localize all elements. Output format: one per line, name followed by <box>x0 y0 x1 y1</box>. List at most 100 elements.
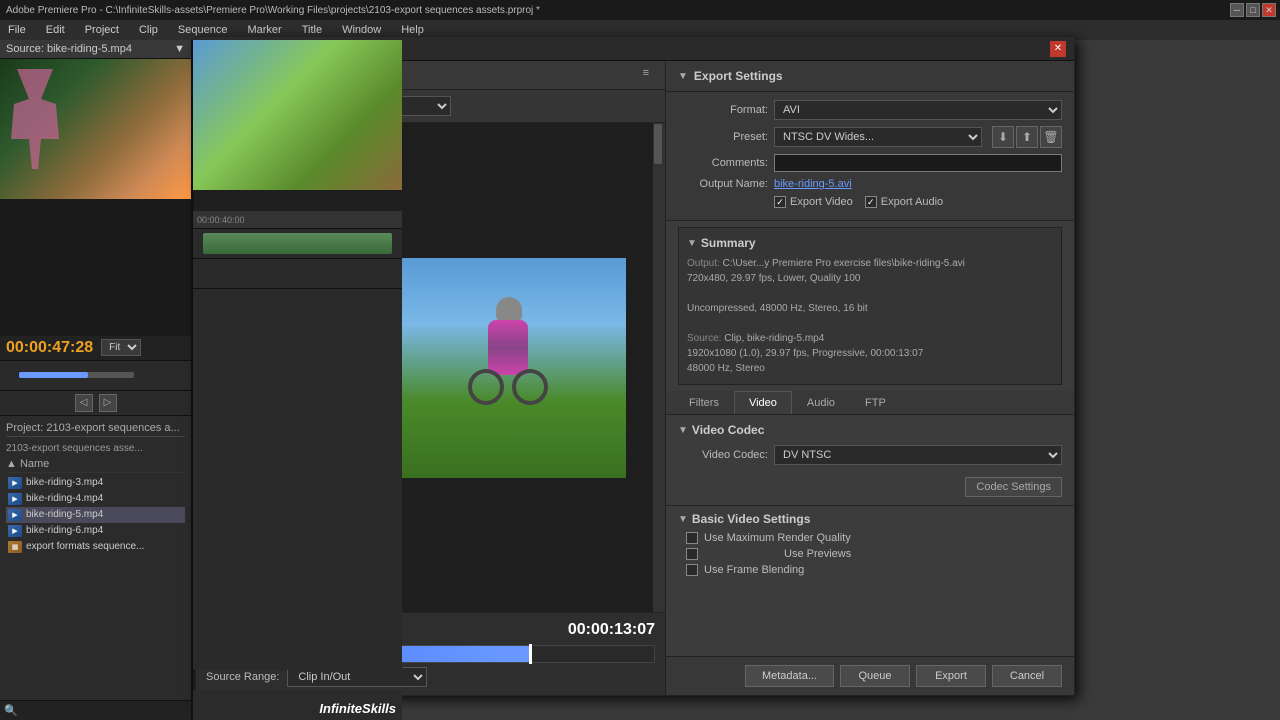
source-timeline-progress <box>19 372 88 378</box>
title-bar: Adobe Premiere Pro - C:\InfiniteSkills-a… <box>0 0 1280 20</box>
menu-window[interactable]: Window <box>338 24 385 36</box>
queue-button[interactable]: Queue <box>840 665 910 687</box>
metadata-button[interactable]: Metadata... <box>745 665 834 687</box>
close-btn[interactable]: ✕ <box>1262 3 1276 17</box>
manage-preset-btn[interactable]: ⬆ <box>1016 126 1038 148</box>
timeline-track-1 <box>193 229 402 259</box>
menu-file[interactable]: File <box>4 24 30 36</box>
source-fit-dropdown[interactable]: Fit <box>101 339 141 356</box>
summary-section: ▼ Summary Output: C:\User...y Premiere P… <box>678 227 1062 385</box>
file-icon: ▶ <box>8 477 22 489</box>
list-item[interactable]: ▦ export formats sequence... <box>6 539 185 555</box>
basic-checkboxes: Use Maximum Render Quality Use Previews … <box>686 532 1062 576</box>
list-item[interactable]: ▶ bike-riding-4.mp4 <box>6 491 185 507</box>
delete-preset-btn[interactable]: 🗑 <box>1040 126 1062 148</box>
left-bottom-bar: 🔍 <box>0 700 191 720</box>
menu-sequence[interactable]: Sequence <box>174 24 232 36</box>
cancel-button[interactable]: Cancel <box>992 665 1062 687</box>
codec-row: Video Codec: DV NTSC <box>678 445 1062 465</box>
video-codec-collapse-icon[interactable]: ▼ <box>678 425 688 436</box>
video-scroll-area[interactable] <box>653 123 665 612</box>
menu-marker[interactable]: Marker <box>243 24 285 36</box>
timeline-clip[interactable] <box>203 233 392 254</box>
source-timeline-bar <box>19 372 134 378</box>
summary-title: Summary <box>701 236 756 250</box>
menu-edit[interactable]: Edit <box>42 24 69 36</box>
menu-clip[interactable]: Clip <box>135 24 162 36</box>
detail-tabs: Filters Video Audio FTP <box>666 391 1074 415</box>
tab-menu-icon[interactable]: ≡ <box>635 61 657 89</box>
duration-timecode: 00:00:13:07 <box>568 621 655 639</box>
maximize-btn[interactable]: □ <box>1246 3 1260 17</box>
source-buttons: ◁ ▷ <box>0 390 191 415</box>
source-preview-image <box>0 59 191 199</box>
mark-out-btn[interactable]: ▷ <box>99 394 117 412</box>
menu-project[interactable]: Project <box>81 24 123 36</box>
codec-dropdown[interactable]: DV NTSC <box>774 445 1062 465</box>
source-menu-icon[interactable]: ▼ <box>174 43 185 55</box>
list-item[interactable]: ▶ bike-riding-3.mp4 <box>6 475 185 491</box>
preset-label: Preset: <box>678 131 768 143</box>
export-video-checkbox[interactable]: Export Video <box>774 196 853 208</box>
export-audio-label: Export Audio <box>881 196 943 208</box>
save-preset-btn[interactable]: ⬇ <box>992 126 1014 148</box>
basic-video-settings-section: ▼ Basic Video Settings Use Maximum Rende… <box>666 505 1074 582</box>
source-summary-label: Source: <box>687 333 721 344</box>
source-range-row: Source Range: Clip In/Out <box>206 667 655 687</box>
export-checkboxes: Export Video Export Audio <box>774 196 1062 208</box>
frame-blending-checkbox[interactable]: Use Frame Blending <box>686 564 1062 576</box>
tab-audio[interactable]: Audio <box>792 391 850 414</box>
max-render-quality-checkbox[interactable]: Use Maximum Render Quality <box>686 532 1062 544</box>
list-item[interactable]: ▶ bike-riding-5.mp4 <box>6 507 185 523</box>
source-summary-value: Clip, bike-riding-5.mp4 <box>724 333 824 344</box>
export-audio-checkbox[interactable]: Export Audio <box>865 196 943 208</box>
timeline-marker-label: 00:00:40:00 <box>197 215 245 225</box>
menu-title[interactable]: Title <box>298 24 326 36</box>
collapse-icon[interactable]: ▼ <box>678 71 688 82</box>
use-previews-cb[interactable] <box>686 548 698 560</box>
right-preview-image <box>193 40 402 190</box>
source-timeline[interactable] <box>0 360 191 390</box>
output-name-label: Output Name: <box>678 178 768 190</box>
export-video-cb[interactable] <box>774 196 786 208</box>
source-range-label: Source Range: <box>206 671 279 683</box>
preset-dropdown[interactable]: NTSC DV Wides... <box>774 127 982 147</box>
rider-body <box>488 320 528 375</box>
right-timeline: 00:00:40:00 <box>193 211 402 670</box>
frame-blending-cb[interactable] <box>686 564 698 576</box>
codec-settings-button[interactable]: Codec Settings <box>965 477 1062 497</box>
tab-ftp[interactable]: FTP <box>850 391 901 414</box>
source-range-select[interactable]: Clip In/Out <box>287 667 427 687</box>
summary-collapse-icon[interactable]: ▼ <box>687 238 697 249</box>
max-render-quality-cb[interactable] <box>686 532 698 544</box>
menu-help[interactable]: Help <box>397 24 428 36</box>
use-previews-checkbox[interactable]: Use Previews <box>686 548 1062 560</box>
scroll-thumb[interactable] <box>654 124 662 164</box>
dialog-close-button[interactable]: ✕ <box>1050 41 1066 57</box>
timeline-ruler: 00:00:40:00 <box>193 211 402 229</box>
source-preview <box>0 59 191 336</box>
rider-wheel-front <box>512 369 548 405</box>
project-panel: Project: 2103-export sequences a... 2103… <box>0 415 191 701</box>
timeline-track-2 <box>193 259 402 289</box>
source-timecode-bar: 00:00:47:28 Fit <box>0 336 191 360</box>
window-controls[interactable]: ─ □ ✕ <box>1230 3 1276 17</box>
export-button[interactable]: Export <box>916 665 986 687</box>
format-dropdown[interactable]: AVI <box>774 100 1062 120</box>
tab-filters[interactable]: Filters <box>674 391 734 414</box>
source-label-bar: Source: bike-riding-5.mp4 ▼ <box>0 40 191 59</box>
output-summary-label: Output: <box>687 258 720 269</box>
tab-video[interactable]: Video <box>734 391 792 414</box>
output-name-link[interactable]: bike-riding-5.avi <box>774 178 852 190</box>
minimize-btn[interactable]: ─ <box>1230 3 1244 17</box>
export-audio-cb[interactable] <box>865 196 877 208</box>
search-icon[interactable]: 🔍 <box>4 704 18 717</box>
codec-settings-row: Codec Settings <box>678 473 1062 497</box>
basic-collapse-icon[interactable]: ▼ <box>678 514 688 525</box>
comments-label: Comments: <box>678 157 768 169</box>
list-item[interactable]: ▶ bike-riding-6.mp4 <box>6 523 185 539</box>
comments-input[interactable] <box>774 154 1062 172</box>
preset-buttons: ⬇ ⬆ 🗑 <box>992 126 1062 148</box>
codec-label: Video Codec: <box>678 449 768 461</box>
mark-in-btn[interactable]: ◁ <box>75 394 93 412</box>
